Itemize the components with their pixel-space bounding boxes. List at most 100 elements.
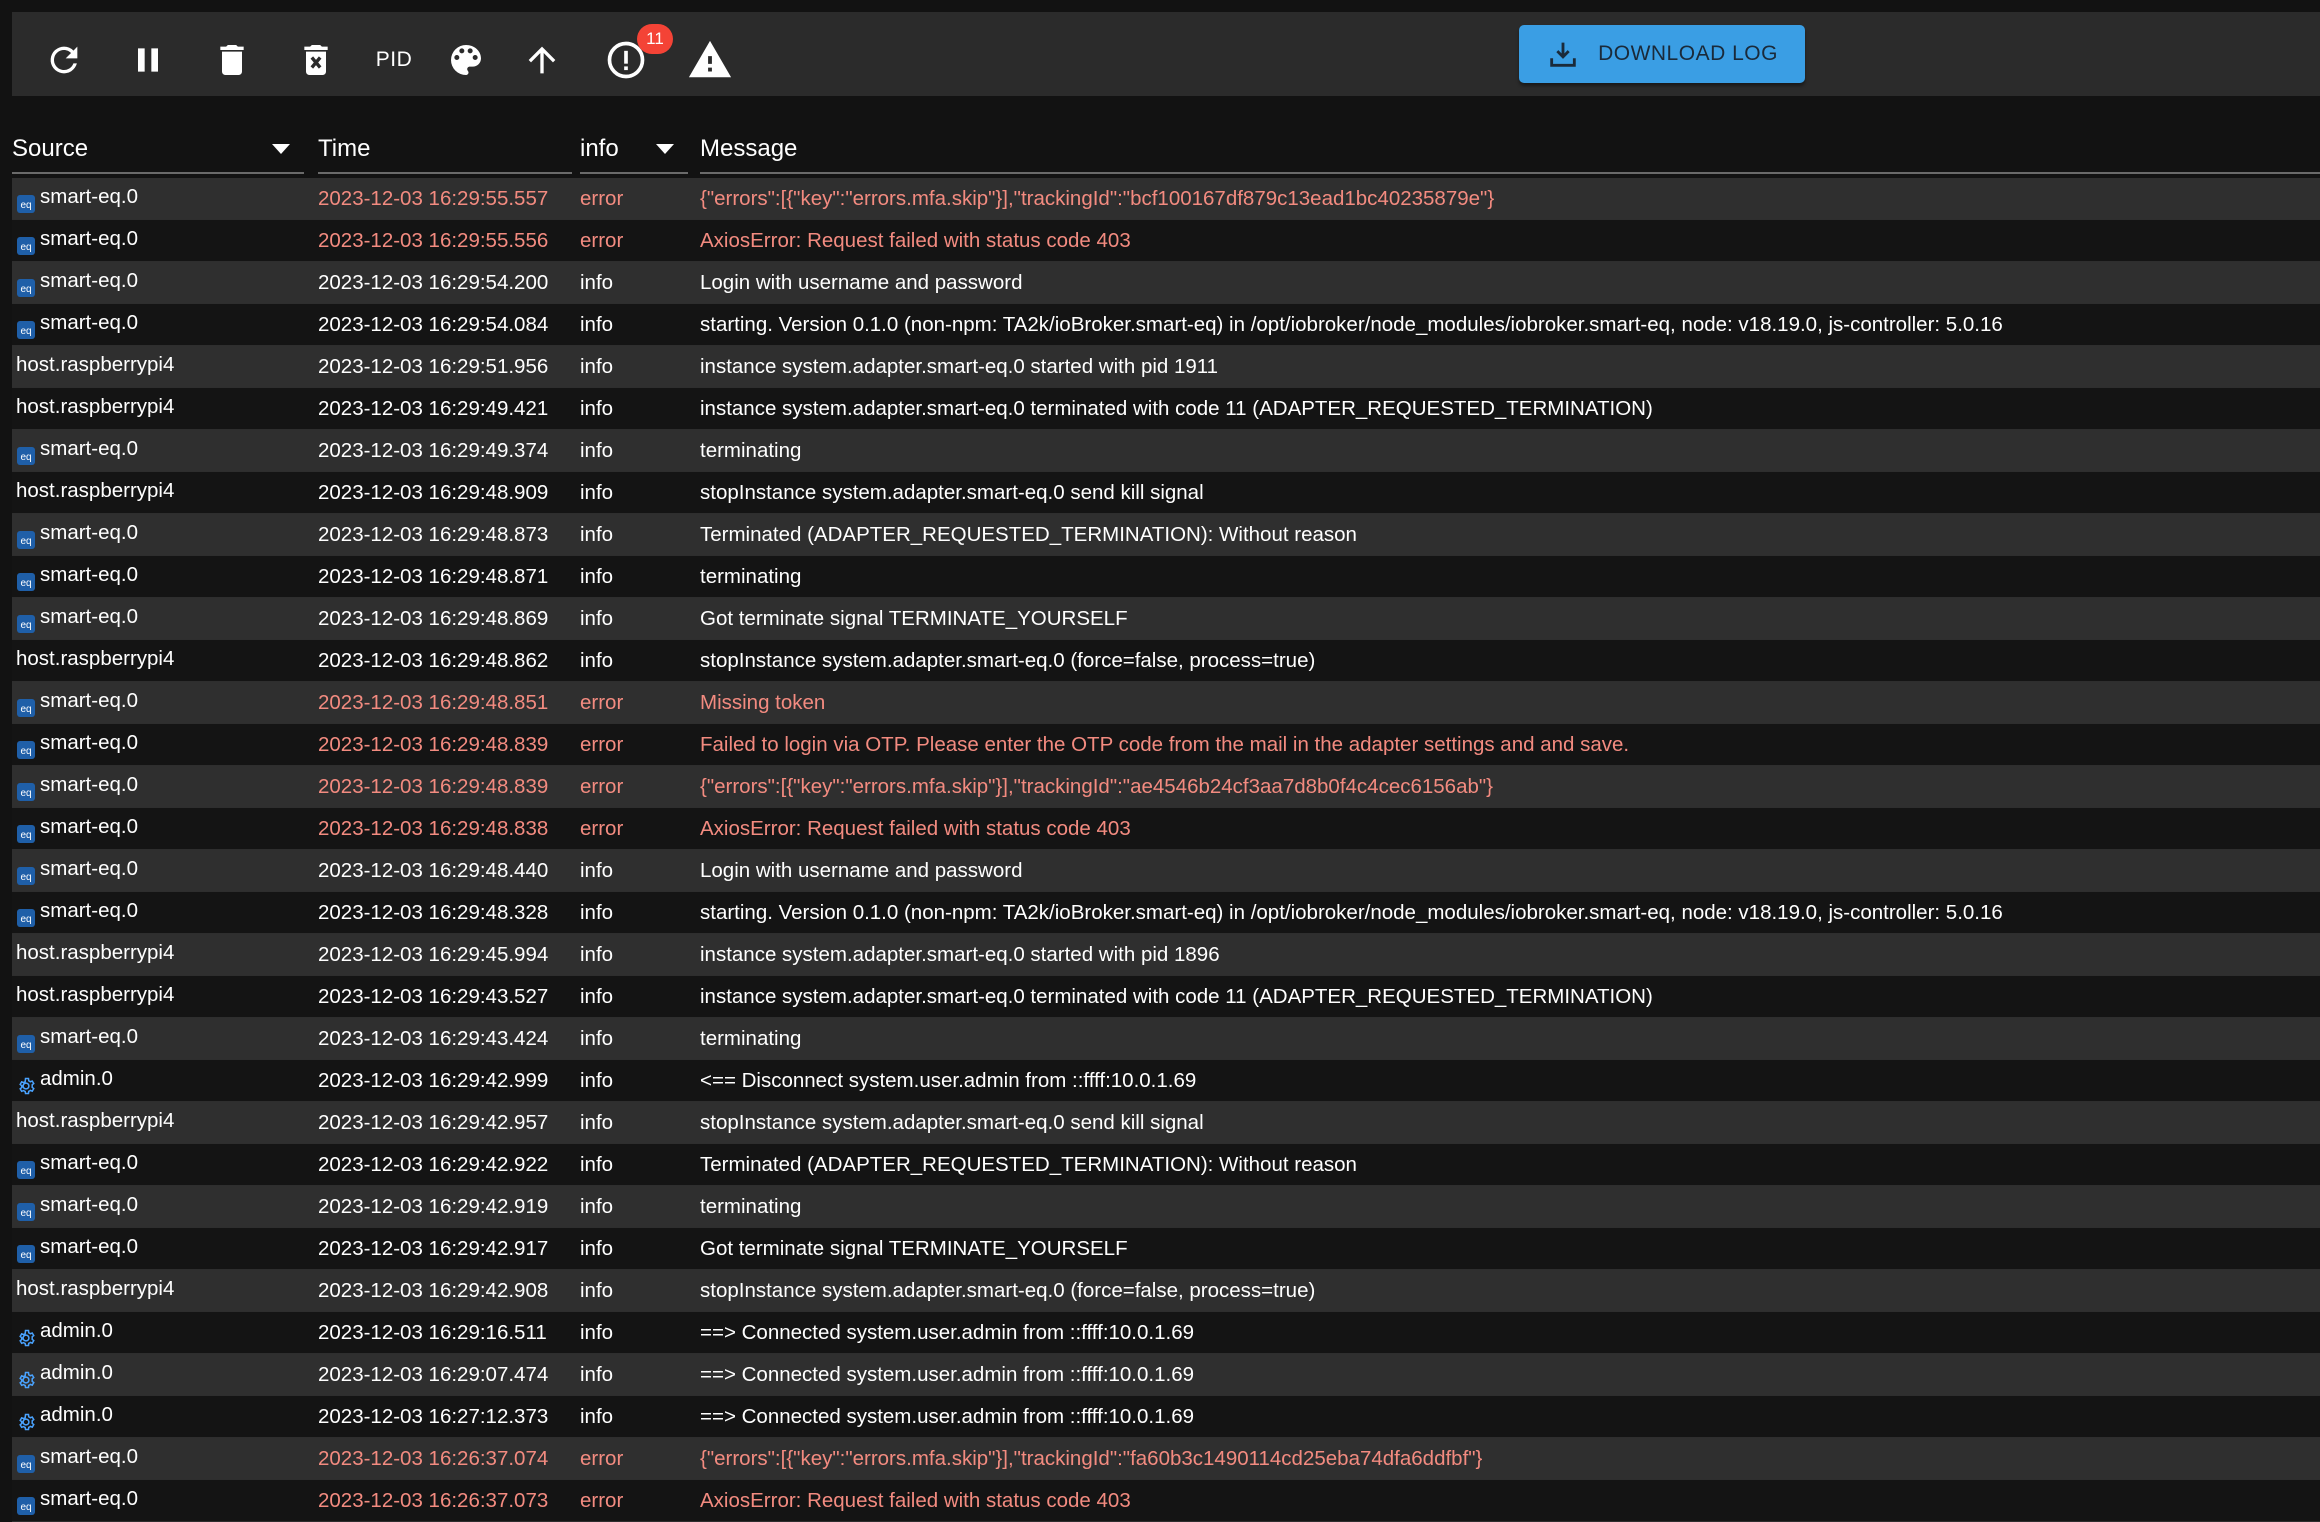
delete-log-file-button[interactable] (286, 30, 346, 90)
log-severity: error (580, 187, 624, 210)
log-severity: error (580, 691, 624, 714)
refresh-button[interactable] (34, 30, 94, 90)
log-source-cell: eq smart-eq.0 (16, 1186, 306, 1227)
smart-eq-adapter-icon: eq (16, 901, 36, 927)
log-row: eq smart-eq.0 2023-12-03 16:29:42.919 info t… (12, 1186, 2320, 1228)
log-source: admin.0 (40, 1361, 113, 1384)
log-severity: info (580, 271, 614, 294)
log-time: 2023-12-03 16:29:49.421 (318, 397, 549, 420)
log-severity: info (580, 565, 614, 588)
log-time: 2023-12-03 16:29:42.922 (318, 1153, 549, 1176)
log-source-cell: host.raspberrypi4 (16, 934, 306, 975)
clear-log-button[interactable] (202, 30, 262, 90)
log-source: admin.0 (40, 1067, 113, 1090)
smart-eq-adapter-icon: eq (16, 1489, 36, 1515)
log-source: host.raspberrypi4 (16, 479, 175, 502)
svg-text:eq: eq (20, 1040, 31, 1051)
color-toggle-button[interactable] (436, 30, 496, 90)
log-message: Missing token (700, 691, 826, 714)
log-source-cell: eq smart-eq.0 (16, 1228, 306, 1269)
log-source-cell: eq smart-eq.0 (16, 430, 306, 471)
log-time: 2023-12-03 16:29:48.839 (318, 733, 549, 756)
log-time: 2023-12-03 16:26:37.074 (318, 1447, 549, 1470)
log-time: 2023-12-03 16:29:49.374 (318, 439, 549, 462)
log-source-cell: eq smart-eq.0 (16, 598, 306, 639)
svg-text:eq: eq (20, 872, 31, 883)
log-message: ==> Connected system.user.admin from ::f… (700, 1321, 1195, 1344)
log-severity: info (580, 1111, 614, 1134)
log-source: admin.0 (40, 1403, 113, 1426)
download-log-button[interactable]: DOWNLOAD LOG (1519, 25, 1805, 83)
log-row: eq smart-eq.0 2023-12-03 16:29:55.556 error… (12, 220, 2320, 262)
log-time: 2023-12-03 16:29:45.994 (318, 943, 549, 966)
admin-adapter-icon (16, 1405, 36, 1430)
pid-toggle-button[interactable]: PID (364, 30, 424, 90)
scroll-up-button[interactable] (512, 30, 572, 90)
log-time: 2023-12-03 16:29:48.862 (318, 649, 549, 672)
log-row: eq smart-eq.0 2023-12-03 16:29:48.839 error… (12, 766, 2320, 808)
log-severity: error (580, 775, 624, 798)
log-row: eq smart-eq.0 2023-12-03 16:29:48.851 error… (12, 682, 2320, 724)
log-source: smart-eq.0 (40, 857, 138, 880)
log-row: eq smart-eq.0 2023-12-03 16:29:42.917 info G… (12, 1228, 2320, 1270)
log-source-cell: admin.0 (16, 1396, 306, 1437)
log-time: 2023-12-03 16:29:48.839 (318, 775, 549, 798)
log-source: smart-eq.0 (40, 185, 138, 208)
log-row: eq smart-eq.0 2023-12-03 16:29:48.839 error… (12, 724, 2320, 766)
smart-eq-adapter-icon: eq (16, 1447, 36, 1473)
log-source: smart-eq.0 (40, 1487, 138, 1510)
log-source-cell: host.raspberrypi4 (16, 976, 306, 1017)
svg-text:eq: eq (20, 578, 31, 589)
message-header-cell: Message (700, 126, 2320, 174)
svg-text:eq: eq (20, 452, 31, 463)
warnings-filter-button[interactable] (680, 30, 740, 90)
log-table-header: Source Time info Message (12, 126, 2320, 174)
log-row: eq smart-eq.0 2023-12-03 16:29:43.424 info t… (12, 1018, 2320, 1060)
log-severity: info (580, 607, 614, 630)
chevron-down-icon (272, 144, 290, 154)
log-message: Got terminate signal TERMINATE_YOURSELF (700, 1237, 1128, 1260)
pid-label: PID (375, 48, 413, 71)
pause-icon (138, 48, 158, 72)
log-source: smart-eq.0 (40, 227, 138, 250)
source-filter[interactable]: Source (12, 126, 304, 174)
log-message: stopInstance system.adapter.smart-eq.0 (… (700, 649, 1316, 672)
log-row: eq smart-eq.0 2023-12-03 16:29:48.838 error… (12, 808, 2320, 850)
log-row: host.raspberrypi4 2023-12-03 16:29:43.527… (12, 976, 2320, 1018)
log-message: Got terminate signal TERMINATE_YOURSELF (700, 607, 1128, 630)
log-message: stopInstance system.adapter.smart-eq.0 (… (700, 1279, 1316, 1302)
log-source: smart-eq.0 (40, 773, 138, 796)
svg-text:eq: eq (20, 830, 31, 841)
log-source: host.raspberrypi4 (16, 1109, 175, 1132)
log-source: smart-eq.0 (40, 689, 138, 712)
log-message: stopInstance system.adapter.smart-eq.0 s… (700, 1111, 1204, 1134)
log-row: eq smart-eq.0 2023-12-03 16:29:48.871 info t… (12, 556, 2320, 598)
log-message: Login with username and password (700, 271, 1023, 294)
pause-button[interactable] (118, 30, 178, 90)
log-message: instance system.adapter.smart-eq.0 termi… (700, 397, 1653, 420)
log-row: host.raspberrypi4 2023-12-03 16:29:42.908… (12, 1270, 2320, 1312)
log-severity: info (580, 649, 614, 672)
arrow-up-icon (528, 46, 556, 74)
log-message: instance system.adapter.smart-eq.0 termi… (700, 985, 1653, 1008)
log-time: 2023-12-03 16:29:48.869 (318, 607, 549, 630)
download-log-label: DOWNLOAD LOG (1598, 42, 1778, 65)
smart-eq-adapter-icon: eq (16, 1027, 36, 1053)
log-source: smart-eq.0 (40, 311, 138, 334)
time-header-cell: Time (318, 126, 572, 174)
log-source-cell: admin.0 (16, 1312, 306, 1353)
smart-eq-adapter-icon: eq (16, 187, 36, 213)
log-source-cell: host.raspberrypi4 (16, 346, 306, 387)
log-severity: info (580, 355, 614, 378)
source-header: Source (12, 135, 89, 162)
log-severity: error (580, 1489, 624, 1512)
log-source: host.raspberrypi4 (16, 353, 175, 376)
log-source-cell: eq smart-eq.0 (16, 556, 306, 597)
severity-filter[interactable]: info (580, 126, 688, 174)
log-severity: error (580, 229, 624, 252)
smart-eq-adapter-icon: eq (16, 1195, 36, 1221)
log-row: host.raspberrypi4 2023-12-03 16:29:48.862… (12, 640, 2320, 682)
log-severity: info (580, 1321, 614, 1344)
time-header: Time (318, 135, 371, 162)
log-row: eq smart-eq.0 2023-12-03 16:29:48.873 info T… (12, 514, 2320, 556)
